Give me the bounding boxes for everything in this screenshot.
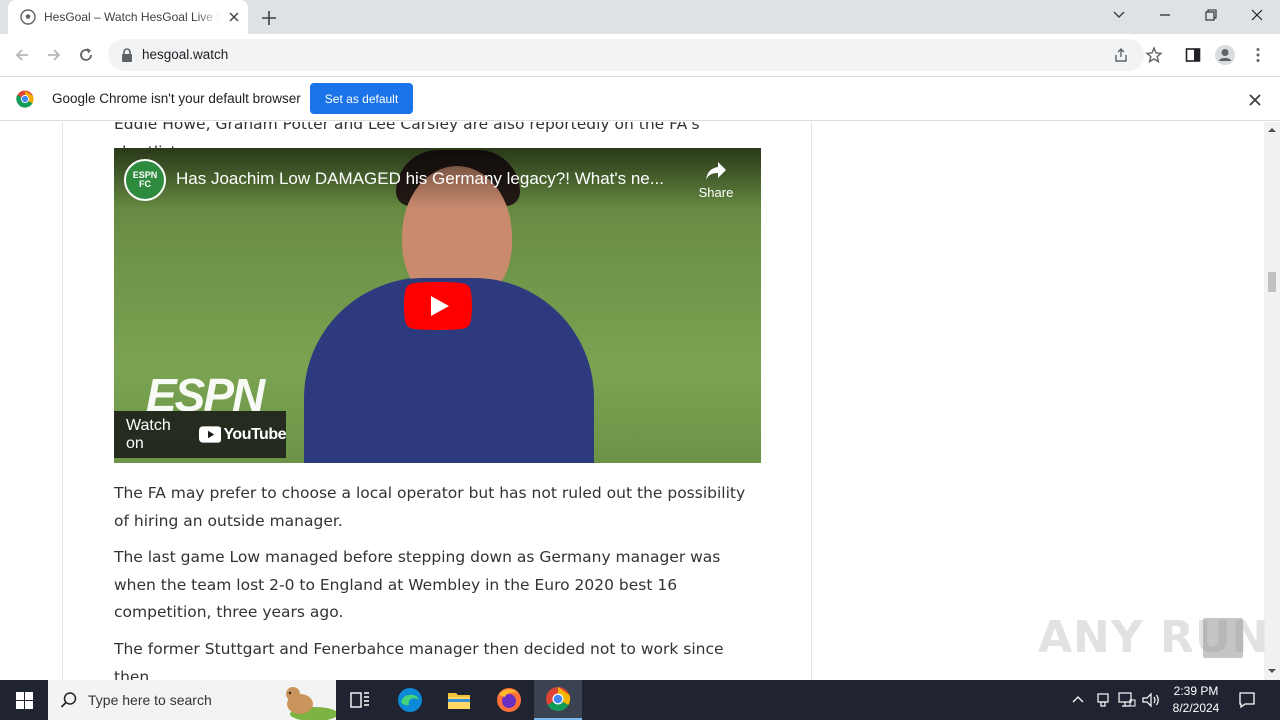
- default-browser-infobar: Google Chrome isn't your default browser…: [0, 76, 1280, 121]
- chrome-logo-icon: [16, 90, 34, 108]
- firefox-icon: [497, 688, 521, 712]
- search-highlight-icon: [286, 687, 336, 720]
- new-tab-icon[interactable]: [258, 7, 280, 29]
- tab-hesgoal[interactable]: HesGoal – Watch HesGoal Live Streams: [8, 0, 248, 34]
- video-title[interactable]: Has Joachim Low DAMAGED his Germany lega…: [176, 169, 664, 189]
- tab-strip: HesGoal – Watch HesGoal Live Streams: [0, 0, 1280, 34]
- network-adapter-icon[interactable]: [1096, 692, 1110, 708]
- clock-date: 8/2/2024: [1172, 701, 1220, 715]
- search-icon: [60, 692, 77, 708]
- watch-on-youtube-button[interactable]: Watch on YouTube: [114, 411, 286, 458]
- taskbar-edge[interactable]: [386, 680, 434, 720]
- watermark-badge: [1203, 618, 1243, 658]
- network-icon[interactable]: [1118, 692, 1136, 708]
- taskbar-chrome[interactable]: [534, 680, 582, 720]
- menu-button[interactable]: [1246, 43, 1270, 67]
- url-text[interactable]: hesgoal.watch: [142, 47, 228, 62]
- scrollbar-thumb[interactable]: [1268, 272, 1276, 292]
- lock-icon[interactable]: [120, 47, 134, 63]
- soccer-ball-icon: [20, 9, 36, 25]
- edge-icon: [398, 688, 422, 712]
- close-window-button[interactable]: [1234, 0, 1280, 30]
- share-icon[interactable]: [1113, 47, 1129, 63]
- windows-logo-icon: [15, 691, 33, 709]
- vertical-scrollbar[interactable]: [1264, 122, 1280, 680]
- bookmark-button[interactable]: [1142, 43, 1166, 67]
- article-paragraph: The last game Low managed before steppin…: [114, 548, 721, 621]
- minimize-icon: [1160, 14, 1170, 16]
- notifications-icon[interactable]: [1238, 691, 1256, 709]
- share-button[interactable]: Share: [694, 160, 738, 208]
- tray-chevron-up-icon[interactable]: [1072, 694, 1084, 706]
- more-vert-icon: [1256, 48, 1260, 62]
- reload-icon: [80, 48, 92, 61]
- task-view-icon: [350, 692, 369, 708]
- profile-button[interactable]: [1213, 43, 1237, 67]
- close-infobar-icon[interactable]: [1246, 91, 1264, 109]
- arrow-right-icon: [48, 49, 61, 61]
- start-button[interactable]: [0, 680, 48, 720]
- search-placeholder: Type here to search: [88, 692, 212, 708]
- chevron-down-icon: [1113, 11, 1125, 18]
- clock-time: 2:39 PM: [1173, 684, 1219, 698]
- share-arrow-icon: [706, 162, 726, 180]
- avatar-icon: [1215, 45, 1235, 65]
- scroll-down-icon[interactable]: [1268, 667, 1276, 675]
- tab-title: HesGoal – Watch HesGoal Live Streams: [44, 10, 220, 26]
- windows-taskbar: Type here to search 2:39 PM 8/2/2024: [0, 680, 1280, 720]
- play-button-icon[interactable]: [404, 282, 472, 330]
- side-panel-button[interactable]: [1181, 43, 1205, 67]
- article-column: Eddie Howe, Graham Potter and Lee Carsle…: [62, 122, 812, 680]
- taskbar-search[interactable]: Type here to search: [48, 680, 336, 720]
- page-content: Eddie Howe, Graham Potter and Lee Carsle…: [0, 122, 1264, 680]
- folder-icon: [448, 693, 470, 709]
- back-button[interactable]: [10, 43, 34, 67]
- close-icon: [1251, 9, 1263, 21]
- taskbar-firefox[interactable]: [485, 680, 533, 720]
- youtube-wordmark: YouTube: [223, 425, 286, 443]
- task-view-button[interactable]: [336, 680, 384, 720]
- chrome-icon: [546, 687, 571, 712]
- address-bar[interactable]: hesgoal.watch: [108, 39, 1144, 71]
- youtube-logo-icon: [198, 426, 222, 443]
- tab-search-button[interactable]: [1096, 0, 1142, 30]
- restore-button[interactable]: [1188, 0, 1234, 30]
- infobar-message: Google Chrome isn't your default browser: [52, 91, 301, 106]
- arrow-left-icon: [15, 49, 28, 61]
- star-icon: [1145, 46, 1163, 64]
- article-paragraph: The FA may prefer to choose a local oper…: [114, 484, 746, 530]
- channel-avatar[interactable]: ESPN FC: [124, 159, 166, 201]
- close-tab-icon[interactable]: [226, 9, 242, 25]
- minimize-button[interactable]: [1142, 0, 1188, 30]
- volume-icon[interactable]: [1142, 692, 1160, 708]
- reload-button[interactable]: [74, 43, 98, 67]
- side-panel-icon: [1185, 48, 1201, 62]
- restore-icon: [1205, 9, 1217, 21]
- watch-on-label: Watch on: [126, 416, 171, 452]
- youtube-embed[interactable]: ESPN FC Has Joachim Low DAMAGED his Germ…: [114, 148, 761, 463]
- set-as-default-button[interactable]: Set as default: [310, 83, 413, 114]
- channel-name: ESPN FC: [132, 170, 158, 189]
- browser-toolbar: hesgoal.watch: [0, 34, 1280, 76]
- forward-button[interactable]: [42, 43, 66, 67]
- scroll-up-icon[interactable]: [1268, 126, 1276, 134]
- share-label: Share: [698, 185, 734, 200]
- taskbar-file-explorer[interactable]: [435, 680, 483, 720]
- article-paragraph: The former Stuttgart and Fenerbahce mana…: [114, 640, 724, 680]
- system-clock[interactable]: 2:39 PM 8/2/2024: [1168, 683, 1224, 717]
